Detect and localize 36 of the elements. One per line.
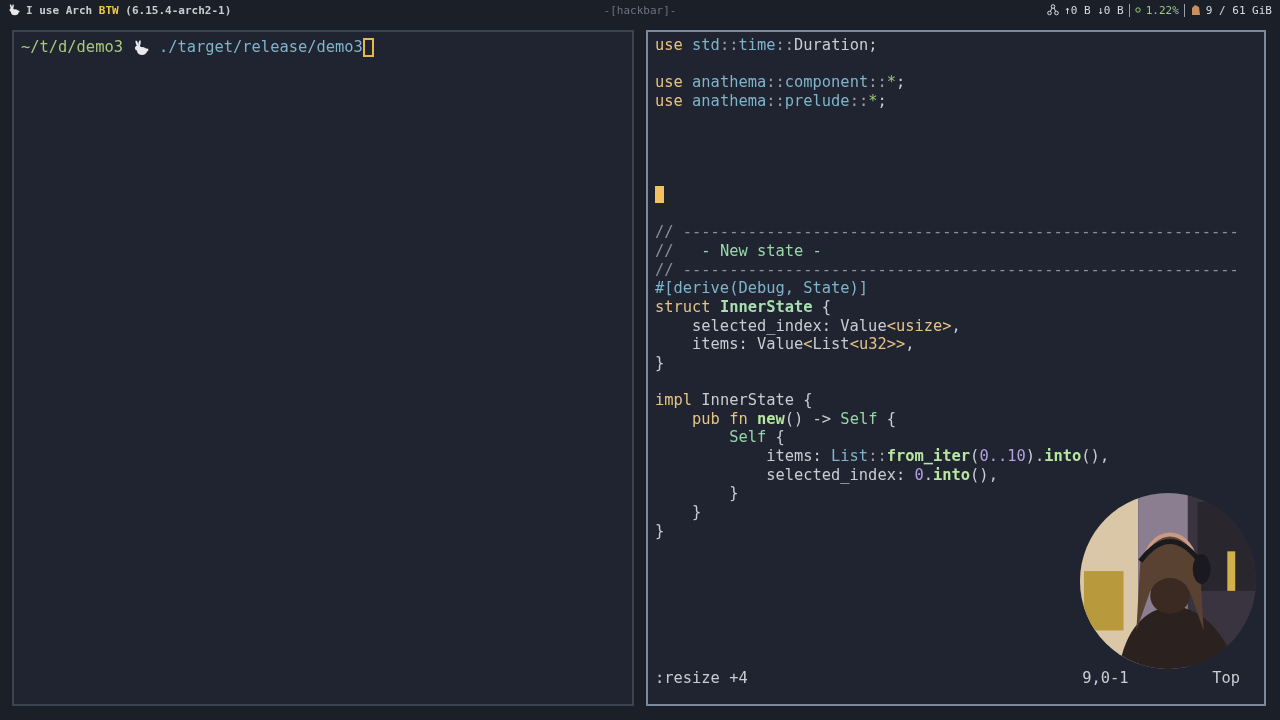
code-line: // ------------------------------------------------------------ — [655, 260, 1240, 280]
code-line: } — [655, 521, 666, 541]
code-line: } — [655, 353, 666, 373]
scroll-position: Top — [1212, 669, 1240, 688]
code-line: selected_index: Value<usize>, — [691, 316, 962, 336]
code-line: Self { — [728, 428, 786, 448]
code-line: impl InnerState { — [655, 391, 814, 410]
window-title: -[hackbar]- — [603, 3, 677, 17]
memory-icon — [1189, 4, 1201, 16]
code-line: use anathema::component::*; — [655, 73, 907, 92]
code-line: use std::time::Duration; — [655, 36, 879, 55]
code-line: // - New state - — [655, 242, 823, 261]
text-cursor — [655, 186, 664, 204]
command-text: ./target/release/demo3 — [158, 38, 363, 57]
code-line: items: List::from_iter(0..10).into(), — [765, 447, 1111, 466]
network-icon — [1047, 4, 1060, 16]
cursor-position: 9,0-1 — [1082, 669, 1129, 688]
prompt-path: ~/t/d/demo3 — [21, 38, 123, 57]
code-line: selected_index: 0.into(), — [765, 465, 999, 485]
code-line: struct InnerState { — [655, 297, 833, 317]
memory-usage: 9 / 61 GiB — [1205, 3, 1272, 17]
rabbit-icon — [132, 39, 149, 56]
command-line: :resize +4 — [655, 669, 748, 688]
code-line: use anathema::prelude::*; — [655, 91, 888, 111]
network-speed: ↑0 B ↓0 B — [1064, 3, 1124, 17]
code-line: items: Value<List<u32>>, — [691, 335, 916, 354]
code-line: #[derive(Debug, State)] — [655, 279, 870, 298]
cpu-icon — [1134, 7, 1141, 13]
code-line: } — [728, 484, 740, 503]
code-line: // ------------------------------------------------------------ — [655, 223, 1240, 243]
rabbit-icon — [8, 4, 20, 16]
code-line: } — [691, 503, 703, 522]
code-line: pub fn new() -> Self { — [691, 409, 897, 429]
terminal-cursor — [362, 38, 374, 57]
workspace-title: I use Arch BTW (6.15.4-arch2-1) — [26, 3, 232, 17]
cpu-usage: 1.22% — [1145, 3, 1179, 17]
